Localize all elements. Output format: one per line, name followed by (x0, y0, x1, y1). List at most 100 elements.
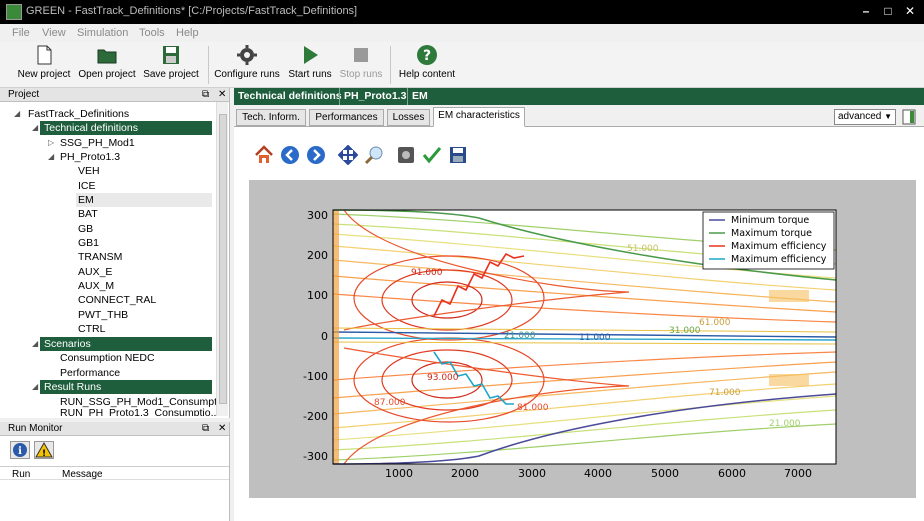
menu-help[interactable]: Help (176, 27, 199, 39)
save-figure-icon[interactable] (448, 145, 468, 165)
close-panel-icon[interactable]: ✕ (218, 88, 226, 102)
tab-em-characteristics[interactable]: EM characteristics (433, 107, 525, 127)
info-icon: i (13, 443, 27, 457)
pan-icon[interactable] (338, 145, 358, 165)
y-tick-label: -300 (303, 450, 328, 463)
scrollbar-thumb[interactable] (219, 114, 227, 404)
tree-item-transm[interactable]: TRANSM (78, 250, 122, 264)
minimize-button[interactable]: – (858, 4, 874, 18)
contour-label: 87.000 (374, 398, 406, 408)
tree-item-bat[interactable]: BAT (78, 207, 98, 221)
start-runs-button[interactable]: Start runs (284, 44, 336, 86)
folder-open-icon (97, 49, 117, 64)
panel-layout-icon[interactable] (902, 109, 916, 125)
open-project-button[interactable]: Open project (76, 44, 138, 86)
contour-label: 71.000 (709, 388, 741, 398)
tree-item-pwt-thb[interactable]: PWT_THB (78, 308, 128, 322)
contour-label: 61.000 (699, 318, 731, 328)
configure-subplots-icon[interactable] (396, 145, 416, 165)
expand-arrow-icon[interactable]: ▷ (48, 136, 54, 150)
tree-item-ice[interactable]: ICE (78, 179, 96, 193)
help-content-button[interactable]: ? Help content (396, 44, 458, 86)
new-project-button[interactable]: New project (14, 44, 74, 86)
stop-icon (354, 48, 368, 62)
tree-item-aux-m[interactable]: AUX_M (78, 279, 114, 293)
collapse-arrow-icon[interactable]: ◢ (32, 380, 38, 394)
play-icon (304, 46, 318, 64)
stop-runs-button[interactable]: Stop runs (338, 44, 384, 86)
tab-losses[interactable]: Losses (387, 109, 430, 126)
tree-item-run-1[interactable]: RUN_SSG_PH_Mod1_Consumpt... (60, 395, 226, 409)
svg-text:!: ! (42, 449, 46, 458)
y-tick-label: 0 (321, 330, 328, 343)
contour-label: 81.000 (517, 403, 549, 413)
legend-label: Maximum torque (731, 228, 812, 239)
zoom-icon[interactable] (364, 145, 384, 165)
tree-item-scenarios[interactable]: Scenarios (40, 337, 212, 351)
tree-item-veh[interactable]: VEH (78, 164, 100, 178)
breadcrumb-technical-definitions[interactable]: Technical definitions (238, 90, 342, 102)
collapse-arrow-icon[interactable]: ◢ (32, 337, 38, 351)
contour-label: 11.000 (579, 333, 611, 343)
x-axis: 1000 2000 3000 4000 5000 6000 7000 (385, 467, 812, 480)
mode-select[interactable]: advanced ▼ (834, 109, 896, 125)
info-filter-button[interactable]: i (10, 441, 30, 459)
close-window-button[interactable]: ✕ (902, 4, 918, 18)
tree-item-ssg[interactable]: SSG_PH_Mod1 (60, 136, 135, 150)
collapse-arrow-icon[interactable]: ◢ (48, 150, 54, 164)
chevron-down-icon: ▼ (884, 112, 892, 121)
save-icon (163, 46, 179, 64)
x-tick-label: 3000 (518, 467, 546, 480)
collapse-arrow-icon[interactable]: ◢ (32, 121, 38, 135)
tree-item-result-runs[interactable]: Result Runs (40, 380, 212, 394)
title-bar: GREEN - FastTrack_Definitions* [C:/Proje… (0, 0, 924, 24)
warning-icon: ! (35, 441, 53, 459)
breadcrumb-em[interactable]: EM (412, 90, 428, 102)
x-tick-label: 6000 (718, 467, 746, 480)
menu-file[interactable]: File (12, 27, 30, 39)
back-icon[interactable] (280, 145, 300, 165)
tree-item-gb1[interactable]: GB1 (78, 236, 99, 250)
tree-item-gb[interactable]: GB (78, 222, 93, 236)
tree-item-ctrl[interactable]: CTRL (78, 322, 105, 336)
project-scrollbar[interactable] (216, 102, 228, 416)
collapse-arrow-icon[interactable]: ◢ (14, 107, 20, 121)
contour-label: 21.000 (769, 419, 801, 429)
x-tick-label: 4000 (584, 467, 612, 480)
maximize-button[interactable]: □ (880, 4, 896, 18)
close-panel-icon[interactable]: ✕ (218, 422, 226, 436)
tree-item-run-2[interactable]: RUN_PH_Proto1.3_Consumptio... (60, 408, 219, 416)
column-run: Run (12, 469, 31, 480)
tree-item-em[interactable]: EM (76, 193, 212, 207)
breadcrumb-ph-proto[interactable]: PH_Proto1.3 (344, 90, 406, 102)
tab-tech-inform[interactable]: Tech. Inform. (236, 109, 306, 126)
y-tick-label: 100 (307, 289, 328, 302)
tree-item-connect-ral[interactable]: CONNECT_RAL (78, 293, 156, 307)
em-efficiency-chart[interactable]: 91.000 93.000 87.000 81.000 51.000 11.00… (249, 180, 916, 498)
window-title: GREEN - FastTrack_Definitions* [C:/Proje… (26, 5, 358, 17)
y-axis: 300 200 100 0 -100 -200 -300 (303, 209, 328, 463)
float-panel-icon[interactable]: ⧉ (202, 422, 209, 436)
tree-item-root[interactable]: FastTrack_Definitions (28, 107, 129, 121)
save-project-button[interactable]: Save project (140, 44, 202, 86)
x-tick-label: 7000 (784, 467, 812, 480)
tab-performances[interactable]: Performances (309, 109, 384, 126)
tree-item-aux-e[interactable]: AUX_E (78, 265, 112, 279)
menu-tools[interactable]: Tools (139, 27, 165, 39)
run-monitor-panel: Run Monitor ⧉ ✕ i ! Run Message (0, 422, 230, 521)
warning-filter-button[interactable]: ! (34, 441, 54, 459)
configure-runs-button[interactable]: Configure runs (214, 44, 280, 86)
float-panel-icon[interactable]: ⧉ (202, 88, 209, 102)
tree-item-consumption-nedc[interactable]: Consumption NEDC (60, 351, 155, 365)
tree-item-technical-definitions[interactable]: Technical definitions (40, 121, 212, 135)
home-icon[interactable] (254, 145, 274, 165)
tree-item-performance[interactable]: Performance (60, 366, 120, 380)
y-tick-label: 200 (307, 249, 328, 262)
menu-simulation[interactable]: Simulation (77, 27, 128, 39)
menu-view[interactable]: View (42, 27, 66, 39)
checkmark-icon[interactable] (422, 145, 442, 165)
forward-icon[interactable] (306, 145, 326, 165)
tree-item-ph[interactable]: PH_Proto1.3 (60, 150, 120, 164)
project-panel-header: Project ⧉ ✕ (0, 88, 229, 102)
contour-label: 51.000 (627, 244, 659, 254)
